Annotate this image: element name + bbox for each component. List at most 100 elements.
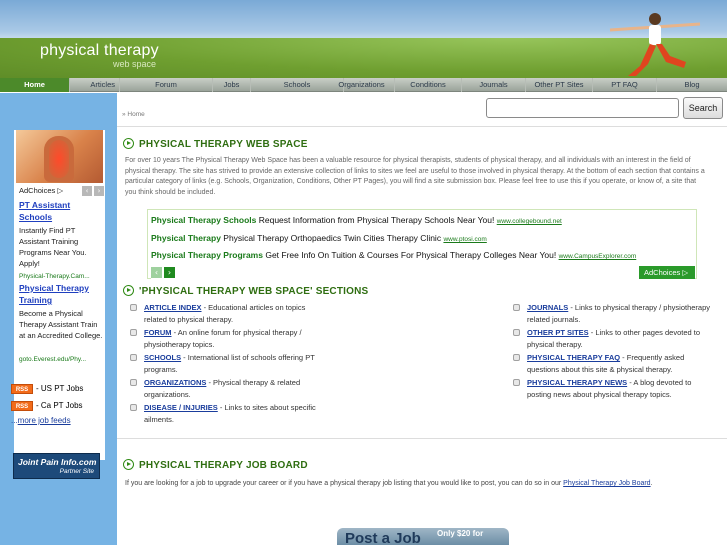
- ad1-text: Instantly Find PT Assistant Training Pro…: [19, 226, 87, 268]
- nav-pt-faq[interactable]: PT FAQ: [593, 78, 657, 92]
- section-heading-text: 'PHYSICAL THERAPY WEB SPACE' SECTIONS: [139, 286, 369, 297]
- bullet-icon: [513, 354, 520, 361]
- post-job-price: Only $20 for: [437, 529, 484, 538]
- section-link[interactable]: DISEASE / INJURIES: [144, 403, 218, 412]
- ad1-url[interactable]: Physical-Therapy.Cam...: [19, 272, 105, 281]
- main-content: » Home Search PHYSICAL THERAPY WEB SPACE…: [117, 93, 727, 545]
- ad-strip-text: Physical Therapy Orthopaedics Twin Citie…: [220, 233, 444, 243]
- ad-strip-url[interactable]: www.CampusExplorer.com: [559, 253, 637, 260]
- nav-forum[interactable]: Forum: [120, 78, 213, 92]
- section-heading-web-space: PHYSICAL THERAPY WEB SPACE: [123, 138, 308, 152]
- nav-conditions[interactable]: Conditions: [395, 78, 462, 92]
- ad-strip-title[interactable]: Physical Therapy: [151, 233, 221, 243]
- header-banner: physical therapy web space: [0, 0, 727, 78]
- section-link[interactable]: PHYSICAL THERAPY FAQ: [527, 353, 620, 362]
- post-a-job-button[interactable]: Post a Job Only $20 for: [337, 528, 509, 545]
- nav-other-pt-sites[interactable]: Other PT Sites: [526, 78, 593, 92]
- job-board-desc: If you are looking for a job to upgrade …: [125, 480, 564, 487]
- section-link[interactable]: FORUM: [144, 328, 172, 337]
- rss-icon: RSS: [11, 383, 33, 394]
- nav-journals[interactable]: Journals: [462, 78, 526, 92]
- job-board-text: If you are looking for a job to upgrade …: [125, 479, 709, 490]
- strip-adchoices[interactable]: AdChoices ▷: [639, 266, 695, 279]
- section-link[interactable]: SCHOOLS: [144, 353, 181, 362]
- ad-strip-item[interactable]: Physical Therapy Programs Get Free Info …: [151, 247, 696, 263]
- bullet-icon: [130, 404, 137, 411]
- job-board-link[interactable]: Physical Therapy Job Board: [563, 480, 650, 487]
- bullet-icon: [513, 379, 520, 386]
- list-item: ORGANIZATIONS - Physical therapy & relat…: [129, 377, 329, 401]
- section-heading-sections: 'PHYSICAL THERAPY WEB SPACE' SECTIONS: [123, 285, 368, 299]
- section-heading-text: PHYSICAL THERAPY JOB BOARD: [139, 460, 308, 471]
- breadcrumb[interactable]: » Home: [122, 111, 145, 118]
- ad-foot-image[interactable]: [16, 130, 103, 183]
- job-board-suffix: .: [650, 480, 653, 487]
- nav-organizations[interactable]: Organizations: [329, 78, 395, 92]
- ad2-text: Become a Physical Therapy Assistant Trai…: [19, 309, 103, 340]
- bullet-icon: [130, 379, 137, 386]
- ad-strip-text: Get Free Info On Tuition & Courses For P…: [262, 250, 559, 260]
- partner-name: Joint Pain Info.com: [18, 457, 97, 467]
- ad-strip-url[interactable]: www.collegebound.net: [497, 218, 562, 225]
- bullet-icon: [513, 304, 520, 311]
- ad-strip-nav: ‹ › AdChoices ▷: [151, 266, 695, 279]
- nav-articles[interactable]: Articles: [70, 78, 120, 92]
- section-link[interactable]: OTHER PT SITES: [527, 328, 589, 337]
- rss-feed-ca-label[interactable]: - Ca PT Jobs: [36, 401, 83, 410]
- ad-strip-title[interactable]: Physical Therapy Schools: [151, 215, 256, 225]
- bullet-icon: [130, 354, 137, 361]
- strip-prev-icon[interactable]: ‹: [151, 267, 162, 278]
- ad2-title-link[interactable]: Physical Therapy Training: [19, 282, 105, 306]
- pain-glow: [49, 140, 69, 178]
- sidebar-adchoices[interactable]: AdChoices ▷: [19, 186, 63, 197]
- intro-text: For over 10 years The Physical Therapy W…: [125, 157, 705, 196]
- arrow-circle-icon: [123, 285, 134, 296]
- section-link[interactable]: JOURNALS: [527, 303, 568, 312]
- rss-feed-us-label[interactable]: - US PT Jobs: [36, 384, 83, 393]
- left-sidebar: AdChoices ▷ ‹ › PT Assistant Schools Ins…: [0, 93, 117, 545]
- section-link[interactable]: ORGANIZATIONS: [144, 378, 206, 387]
- site-title[interactable]: physical therapy: [40, 42, 159, 60]
- more-job-feeds: ...more job feeds: [11, 416, 71, 425]
- bullet-icon: [513, 329, 520, 336]
- ad1-title-link[interactable]: PT Assistant Schools: [19, 199, 105, 223]
- list-item: DISEASE / INJURIES - Links to sites abou…: [129, 402, 329, 426]
- rss-icon: RSS: [11, 400, 33, 411]
- more-job-feeds-link[interactable]: more job feeds: [18, 416, 71, 425]
- nav-blog[interactable]: Blog: [657, 78, 727, 92]
- sections-list-right: JOURNALS - Links to physical therapy / p…: [512, 302, 712, 402]
- sections-list-left: ARTICLE INDEX - Educational articles on …: [129, 302, 329, 427]
- ad-strip-url[interactable]: www.ptosi.com: [443, 236, 486, 243]
- rss-feed-us[interactable]: RSS - US PT Jobs: [11, 383, 83, 395]
- list-item: JOURNALS - Links to physical therapy / p…: [512, 302, 712, 326]
- search-button[interactable]: Search: [683, 97, 723, 119]
- list-item: PHYSICAL THERAPY FAQ - Frequently asked …: [512, 352, 712, 376]
- arrow-circle-icon: [123, 459, 134, 470]
- ad-prev-icon[interactable]: ‹: [82, 186, 92, 196]
- rss-feed-ca[interactable]: RSS - Ca PT Jobs: [11, 400, 83, 412]
- section-link[interactable]: PHYSICAL THERAPY NEWS: [527, 378, 627, 387]
- ad-strip: Physical Therapy Schools Request Informa…: [147, 209, 697, 279]
- ad-next-icon[interactable]: ›: [94, 186, 104, 196]
- ad-strip-item[interactable]: Physical Therapy Physical Therapy Orthop…: [151, 230, 696, 246]
- partner-site-banner[interactable]: Joint Pain Info.com Partner Site: [13, 453, 100, 479]
- partner-caption: Partner Site: [59, 468, 94, 475]
- post-job-label: Post a Job: [345, 530, 421, 545]
- bullet-icon: [130, 329, 137, 336]
- ad-strip-item[interactable]: Physical Therapy Schools Request Informa…: [151, 212, 696, 228]
- search-input[interactable]: [486, 98, 679, 118]
- nav-home[interactable]: Home: [0, 78, 70, 92]
- section-heading-text: PHYSICAL THERAPY WEB SPACE: [139, 139, 308, 150]
- list-item: FORUM - An online forum for physical the…: [129, 327, 329, 351]
- section-heading-job-board: PHYSICAL THERAPY JOB BOARD: [123, 459, 308, 473]
- ad2-url[interactable]: goto.Everest.edu/Phy...: [19, 355, 105, 364]
- nav-jobs[interactable]: Jobs: [213, 78, 251, 92]
- yoga-figure-image: [609, 13, 701, 76]
- ad-strip-title[interactable]: Physical Therapy Programs: [151, 250, 263, 260]
- main-nav: Home Articles Forum Jobs Schools Organiz…: [0, 78, 727, 92]
- strip-next-icon[interactable]: ›: [164, 267, 175, 278]
- arrow-circle-icon: [123, 138, 134, 149]
- more-feeds-prefix: ...: [11, 416, 18, 425]
- divider: [117, 126, 727, 127]
- section-link[interactable]: ARTICLE INDEX: [144, 303, 202, 312]
